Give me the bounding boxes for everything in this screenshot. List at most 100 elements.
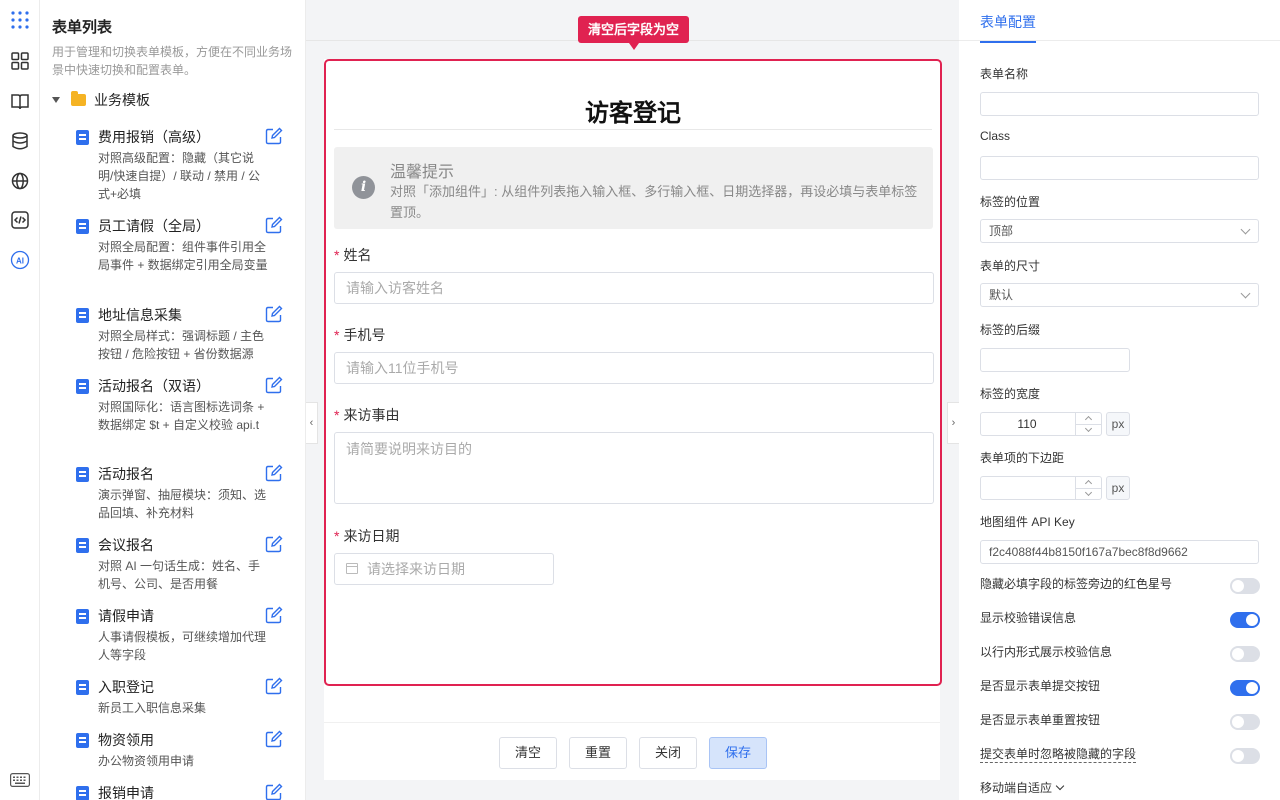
- ai-icon[interactable]: AI: [9, 249, 31, 271]
- document-icon: [76, 733, 89, 748]
- show-submit-button-switch[interactable]: [1230, 680, 1260, 696]
- edit-icon[interactable]: [265, 464, 283, 482]
- caret-down-icon[interactable]: [52, 97, 60, 103]
- required-mark: *: [334, 247, 340, 263]
- edit-icon[interactable]: [265, 216, 283, 234]
- show-reset-button-switch[interactable]: [1230, 714, 1260, 730]
- save-button[interactable]: 保存: [709, 737, 768, 769]
- clear-button[interactable]: 清空: [499, 737, 558, 769]
- notice-title: 温馨提示: [390, 164, 455, 181]
- document-icon: [76, 786, 89, 800]
- label-position-value: 顶部: [989, 224, 1014, 238]
- date-placeholder: 请选择来访日期: [367, 561, 465, 577]
- chevron-left-icon: ‹: [309, 417, 314, 429]
- list-item-name: 员工请假（全局）: [98, 218, 210, 234]
- list-item-name: 入职登记: [98, 679, 154, 695]
- divider: [334, 129, 932, 130]
- reason-textarea[interactable]: 请简要说明来访目的: [334, 432, 934, 504]
- list-item-name: 活动报名: [98, 466, 154, 482]
- close-button[interactable]: 关闭: [639, 737, 698, 769]
- field-label-date: * 来访日期: [334, 526, 399, 546]
- api-key-label: 地图组件 API Key: [980, 515, 1075, 529]
- edit-icon[interactable]: [265, 677, 283, 695]
- form-size-select[interactable]: 默认: [980, 283, 1259, 307]
- phone-input[interactable]: 请输入11位手机号: [334, 352, 934, 384]
- document-icon: [76, 467, 89, 482]
- chevron-up-icon[interactable]: [1084, 415, 1093, 424]
- ignore-hidden-fields-switch[interactable]: [1230, 748, 1260, 764]
- switch-label: 显示校验错误信息: [980, 611, 1077, 625]
- group-business-templates[interactable]: 业务模板: [52, 90, 150, 110]
- keyboard-icon[interactable]: [9, 769, 31, 791]
- label-suffix-input[interactable]: [980, 348, 1130, 372]
- collapse-right-button[interactable]: ›: [947, 402, 959, 444]
- label-width-stepper[interactable]: 110: [980, 412, 1102, 436]
- chevron-down-icon: [1055, 781, 1065, 791]
- item-margin-stepper[interactable]: [980, 476, 1102, 500]
- form-list-title: 表单列表: [52, 19, 113, 36]
- mobile-adaptive-label: 移动端自适应: [980, 781, 1053, 795]
- folder-icon: [71, 91, 86, 106]
- book-icon[interactable]: [9, 90, 31, 112]
- document-icon: [76, 609, 89, 624]
- edit-icon[interactable]: [265, 376, 283, 394]
- field-label-reason: * 来访事由: [334, 405, 399, 425]
- show-validation-error-switch[interactable]: [1230, 612, 1260, 628]
- form-preview[interactable]: 访客登记 i 温馨提示 对照「添加组件」: 从组件列表拖入输入框、多行输入框、日…: [324, 59, 942, 686]
- edit-icon[interactable]: [265, 783, 283, 800]
- list-item-name: 活动报名（双语）: [98, 378, 210, 394]
- edit-icon[interactable]: [265, 305, 283, 323]
- components-icon[interactable]: [9, 50, 31, 72]
- field-label-phone: * 手机号: [334, 325, 385, 345]
- list-item-desc: 演示弹窗、抽屉模块：须知、选品回填、补充材料: [98, 488, 267, 520]
- edit-icon[interactable]: [265, 535, 283, 553]
- calendar-icon: [346, 563, 358, 574]
- reset-button[interactable]: 重置: [569, 737, 628, 769]
- hide-required-asterisk-switch[interactable]: [1230, 578, 1260, 594]
- switch-label: 是否显示表单提交按钮: [980, 679, 1101, 693]
- edit-icon[interactable]: [265, 606, 283, 624]
- list-item-name: 报销申请: [98, 785, 154, 800]
- document-icon: [76, 308, 89, 323]
- code-icon[interactable]: [9, 209, 31, 231]
- date-picker[interactable]: 请选择来访日期: [334, 553, 554, 585]
- unit-px: px: [1106, 412, 1130, 436]
- list-item-desc: 人事请假模板，可继续增加代理人等字段: [98, 630, 267, 662]
- notice-body: 对照「添加组件」: 从组件列表拖入输入框、多行输入框、日期选择器，再设必填与表单…: [390, 184, 918, 220]
- chevron-down-icon[interactable]: [1084, 488, 1093, 497]
- edit-icon[interactable]: [265, 127, 283, 145]
- list-item-desc: 对照高级配置：隐藏（其它说明/快速自提）/ 联动 / 禁用 / 公式+必填: [98, 151, 261, 201]
- apps-grid-icon[interactable]: [9, 9, 31, 31]
- info-icon: i: [352, 176, 375, 199]
- form-name-input[interactable]: [980, 92, 1259, 116]
- unit-px: px: [1106, 476, 1130, 500]
- globe-icon[interactable]: [9, 170, 31, 192]
- class-input[interactable]: [980, 156, 1259, 180]
- form-size-label: 表单的尺寸: [980, 259, 1041, 273]
- chevron-up-icon[interactable]: [1084, 479, 1093, 488]
- edit-icon[interactable]: [265, 730, 283, 748]
- form-button-bar: 清空 重置 关闭 保存: [324, 722, 940, 780]
- field-label-text: 来访事由: [343, 407, 400, 423]
- svg-text:AI: AI: [16, 257, 24, 266]
- name-input[interactable]: 请输入访客姓名: [334, 272, 934, 304]
- database-icon[interactable]: [9, 130, 31, 152]
- field-label-text: 来访日期: [343, 528, 400, 544]
- mobile-adaptive-toggle[interactable]: 移动端自适应: [980, 779, 1065, 796]
- stepper-arrows[interactable]: [1075, 477, 1102, 499]
- inline-validation-switch[interactable]: [1230, 646, 1260, 662]
- tab-form-config[interactable]: 表单配置: [980, 12, 1036, 43]
- chevron-down-icon[interactable]: [1084, 424, 1093, 433]
- label-width-value: 110: [1017, 417, 1037, 431]
- label-position-label: 标签的位置: [980, 195, 1041, 209]
- list-item-desc: 新员工入职信息采集: [98, 701, 207, 715]
- list-item-desc: 对照全局配置：组件事件引用全局事件 + 数据绑定引用全局变量: [98, 240, 268, 272]
- switch-label: 提交表单时忽略被隐藏的字段: [980, 747, 1137, 763]
- form-config-panel: 表单配置 表单名称 Class 标签的位置 顶部 表单的尺寸 默认 标签的后缀 …: [959, 0, 1280, 800]
- api-key-input[interactable]: f2c4088f44b8150f167a7bec8f8d9662: [980, 540, 1259, 564]
- stepper-arrows[interactable]: [1075, 413, 1102, 435]
- label-position-select[interactable]: 顶部: [980, 219, 1259, 243]
- collapse-left-button[interactable]: ‹: [306, 402, 318, 444]
- switch-label: 是否显示表单重置按钮: [980, 713, 1101, 727]
- required-mark: *: [334, 407, 340, 423]
